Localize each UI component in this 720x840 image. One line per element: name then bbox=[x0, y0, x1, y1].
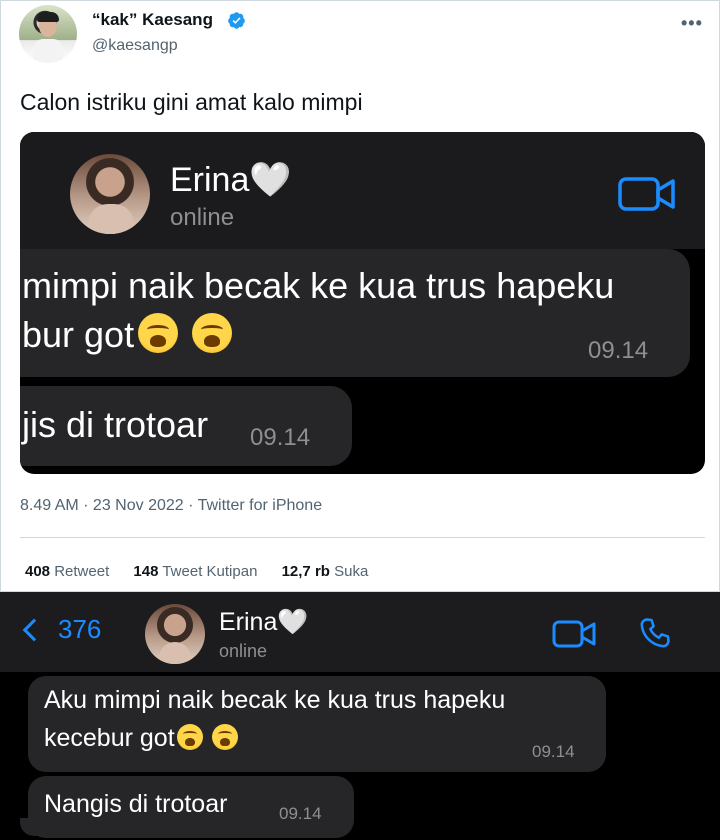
quote-stat[interactable]: 148 Tweet Kutipan bbox=[133, 563, 257, 580]
contact-name[interactable]: Erina🤍 bbox=[219, 608, 309, 637]
message-bubble: Aku mimpi naik becak ke kua trus hapeku … bbox=[28, 676, 606, 772]
embedded-contact-name: Erina🤍 bbox=[170, 161, 292, 199]
divider bbox=[20, 537, 705, 538]
phone-call-icon[interactable] bbox=[638, 616, 672, 650]
chat-header: 376 Erina🤍 online bbox=[0, 592, 720, 672]
verified-badge-icon bbox=[228, 12, 245, 29]
message-bubble: Nangis di trotoar 09.14 bbox=[28, 776, 354, 838]
chevron-left-icon bbox=[22, 618, 46, 641]
message-time: 09.14 bbox=[279, 804, 322, 823]
tweet-media-screenshot[interactable]: Erina🤍 online mimpi naik becak ke kua tr… bbox=[20, 132, 705, 474]
message-time: 09.14 bbox=[532, 742, 575, 761]
chat-screenshot: 376 Erina🤍 online Aku mimpi naik becak k… bbox=[0, 592, 720, 840]
embedded-contact-status: online bbox=[170, 204, 235, 231]
crying-emoji-icon bbox=[211, 724, 238, 750]
video-call-icon bbox=[618, 177, 675, 211]
message-text: Aku mimpi naik becak ke kua trus hapeku bbox=[44, 686, 506, 714]
tweet-text: Calon istriku gini amat kalo mimpi bbox=[20, 89, 363, 115]
retweet-stat[interactable]: 408 Retweet bbox=[25, 563, 109, 580]
author-avatar[interactable] bbox=[19, 5, 77, 63]
embedded-message-bubble: jis di trotoar 09.14 bbox=[20, 386, 352, 466]
embedded-contact-avatar bbox=[70, 154, 150, 234]
contact-avatar[interactable] bbox=[145, 604, 205, 664]
tweet-stats: 408 Retweet 148 Tweet Kutipan 12,7 rb Su… bbox=[25, 563, 388, 580]
bubble-tail bbox=[20, 818, 38, 836]
author-handle[interactable]: @kaesangp bbox=[92, 37, 178, 55]
message-text-line2: kecebur got bbox=[44, 724, 238, 753]
message-time: 09.14 bbox=[250, 424, 311, 451]
embedded-chat-header: Erina🤍 online bbox=[20, 132, 705, 249]
tweet-card: “kak” Kaesang @kaesangp ••• Calon istrik… bbox=[0, 0, 720, 592]
crying-emoji-icon bbox=[138, 313, 179, 353]
contact-status: online bbox=[219, 641, 268, 661]
crying-emoji-icon bbox=[192, 313, 233, 353]
like-stat[interactable]: 12,7 rb Suka bbox=[282, 563, 369, 580]
more-icon[interactable]: ••• bbox=[681, 13, 703, 34]
back-button[interactable]: 376 bbox=[18, 614, 101, 645]
crying-emoji-icon bbox=[176, 724, 203, 750]
video-call-icon[interactable] bbox=[552, 620, 596, 648]
tweet-meta[interactable]: 8.49 AM · 23 Nov 2022 · Twitter for iPho… bbox=[20, 497, 322, 515]
message-time: 09.14 bbox=[588, 337, 649, 364]
message-text: jis di trotoar bbox=[22, 404, 209, 445]
message-text: Nangis di trotoar bbox=[44, 790, 228, 818]
author-display-name[interactable]: “kak” Kaesang bbox=[92, 10, 213, 30]
back-count: 376 bbox=[58, 614, 102, 644]
embedded-message-bubble: mimpi naik becak ke kua trus hapeku bur … bbox=[20, 249, 690, 377]
message-text-line2: bur got bbox=[22, 313, 233, 356]
message-text: mimpi naik becak ke kua trus hapeku bbox=[22, 265, 615, 306]
